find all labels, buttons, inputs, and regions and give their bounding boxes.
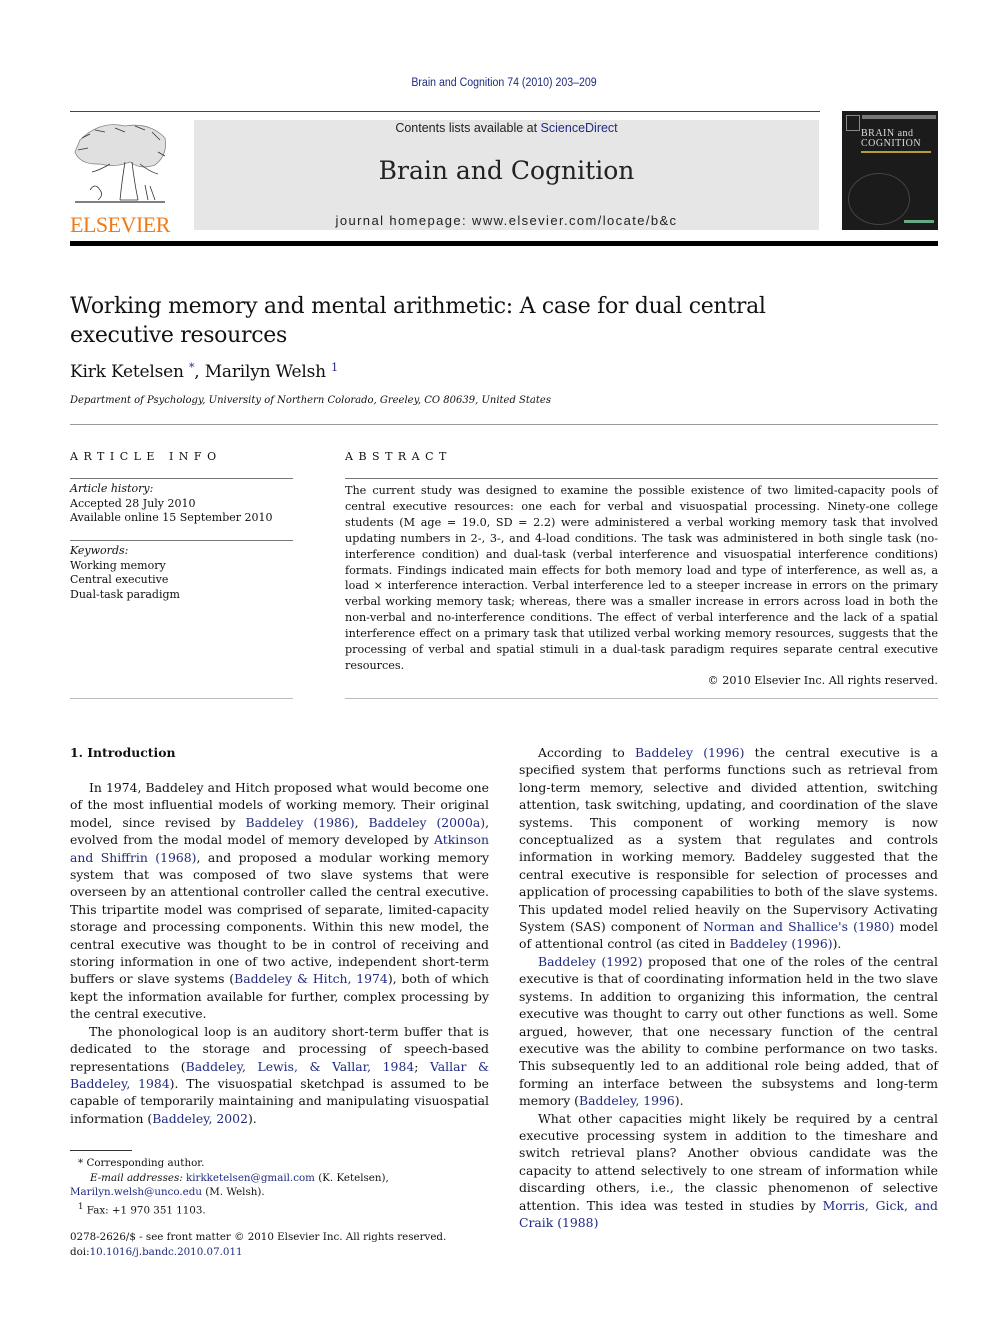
article-history: Article history: Accepted 28 July 2010 A… — [70, 482, 273, 526]
journal-citation[interactable]: Brain and Cognition 74 (2010) 203–209 — [40, 77, 967, 89]
cover-subtitle-bar — [861, 151, 931, 153]
footnote-emails: E-mail addresses: kirkketelsen@gmail.com… — [70, 1171, 490, 1200]
author-list: Kirk Ketelsen *, Marilyn Welsh 1 — [70, 361, 338, 382]
cover-title-line2: COGNITION — [861, 138, 922, 149]
body-text: the central executive is a specified sys… — [519, 745, 939, 935]
citation-link[interactable]: Baddeley (1996) — [729, 936, 832, 951]
cover-sciencedirect-icon — [904, 220, 934, 223]
keyword: Working memory — [70, 558, 166, 572]
cover-bar — [862, 115, 936, 119]
footnote-text: Fax: +1 970 351 1103. — [86, 1203, 206, 1216]
citation-link[interactable]: Norman and Shallice's (1980) — [703, 919, 894, 934]
front-matter: 0278-2626/$ - see front matter © 2010 El… — [70, 1230, 446, 1259]
body-text: ). — [247, 1110, 257, 1126]
footnote-rule — [70, 1150, 132, 1151]
body-column-left: In 1974, Baddeley and Hitch proposed wha… — [70, 779, 489, 1127]
cover-publisher-icon — [846, 115, 860, 131]
journal-title: Brain and Cognition — [378, 156, 635, 185]
body-text: ; — [414, 1058, 430, 1074]
accepted-date: Accepted 28 July 2010 — [70, 496, 196, 510]
keyword: Central executive — [70, 573, 169, 586]
body-text: According to — [538, 745, 635, 760]
abstract-heading: ABSTRACT — [345, 450, 452, 463]
abstract-text: The current study was designed to examin… — [345, 484, 938, 672]
citation-link[interactable]: Baddeley & Hitch, 1974 — [234, 971, 388, 986]
doi-prefix: doi: — [70, 1245, 90, 1258]
citation-link[interactable]: Baddeley (1986) — [246, 815, 355, 830]
body-paragraph: What other capacities might likely be re… — [519, 1110, 938, 1232]
elsevier-logo[interactable]: ELSEVIER — [70, 120, 170, 236]
body-text: proposed that one of the roles of the ce… — [519, 953, 939, 1109]
email-link[interactable]: Marilyn.welsh@unco.edu — [70, 1186, 202, 1198]
body-text: ). — [832, 936, 842, 952]
citation-link[interactable]: Baddeley, 2002 — [152, 1111, 248, 1126]
citation-link[interactable]: Baddeley (1996) — [635, 745, 744, 760]
article-info-rule — [70, 478, 293, 479]
elsevier-wordmark: ELSEVIER — [70, 212, 170, 237]
body-text: , — [354, 814, 369, 830]
keywords-block: Keywords: Working memory Central executi… — [70, 544, 180, 602]
body-text: ). — [674, 1093, 684, 1109]
author-separator: , — [194, 362, 205, 382]
article-history-label: Article history: — [70, 482, 154, 495]
keyword: Dual-task paradigm — [70, 587, 180, 601]
body-paragraph: The phonological loop is an auditory sho… — [70, 1023, 489, 1127]
online-date: Available online 15 September 2010 — [70, 511, 273, 524]
header-thick-rule — [70, 241, 938, 246]
author-affiliation: Department of Psychology, University of … — [70, 395, 551, 406]
body-paragraph: According to Baddeley (1996) the central… — [519, 744, 938, 953]
abstract-copyright: © 2010 Elsevier Inc. All rights reserved… — [707, 674, 938, 687]
email-owner: (K. Ketelsen), — [314, 1171, 389, 1184]
contents-availability: Contents lists available at ScienceDirec… — [194, 121, 819, 135]
title-divider — [70, 424, 938, 425]
citation-link[interactable]: Baddeley (1992) — [538, 954, 643, 969]
body-paragraph: In 1974, Baddeley and Hitch proposed wha… — [70, 779, 489, 1023]
author-name: Marilyn Welsh — [204, 362, 326, 382]
email-owner: (M. Welsh). — [201, 1186, 265, 1198]
issn-line: 0278-2626/$ - see front matter © 2010 El… — [70, 1231, 447, 1243]
email-link[interactable]: kirkketelsen@gmail.com — [186, 1172, 315, 1184]
citation-link[interactable]: Baddeley (2000a) — [369, 815, 486, 830]
journal-cover-image[interactable]: BRAIN and COGNITION — [842, 111, 938, 230]
doi-line: doi:10.1016/j.bandc.2010.07.011 — [70, 1245, 446, 1260]
abstract-rule — [345, 478, 938, 479]
footnote-fax: 1 Fax: +1 970 351 1103. — [70, 1200, 490, 1218]
body-column-right: According to Baddeley (1996) the central… — [519, 744, 938, 1231]
keywords-label: Keywords: — [70, 544, 129, 557]
footnote-corresponding: * Corresponding author. — [70, 1156, 490, 1171]
doi-link[interactable]: 10.1016/j.bandc.2010.07.011 — [90, 1246, 243, 1258]
sciencedirect-link[interactable]: ScienceDirect — [541, 121, 618, 135]
section-heading: 1. Introduction — [70, 745, 176, 760]
author-footnote-mark[interactable]: 1 — [331, 361, 338, 374]
body-text: , and proposed a modular working memory … — [70, 849, 489, 987]
citation-link[interactable]: Baddeley, Lewis, & Vallar, 1984 — [186, 1059, 415, 1074]
cover-brain-icon — [848, 173, 910, 225]
footnote-mark: * — [78, 1157, 84, 1169]
journal-masthead: Contents lists available at ScienceDirec… — [194, 120, 819, 230]
article-title: Working memory and mental arithmetic: A … — [70, 294, 766, 348]
article-info-heading: ARTICLE INFO — [70, 450, 222, 463]
journal-homepage[interactable]: journal homepage: www.elsevier.com/locat… — [194, 213, 819, 228]
footnotes: * Corresponding author. E-mail addresses… — [70, 1156, 490, 1217]
keywords-rule — [70, 540, 293, 541]
email-label: E-mail addresses: — [90, 1171, 183, 1184]
citation-link[interactable]: Baddeley, 1996 — [579, 1093, 675, 1108]
contents-prefix: Contents lists available at — [395, 121, 541, 135]
elsevier-tree-icon — [74, 124, 166, 203]
author-name: Kirk Ketelsen — [70, 362, 184, 382]
header-rule — [70, 111, 820, 112]
footnote-mark: 1 — [78, 1201, 84, 1212]
article-info-bottom-rule — [70, 698, 293, 699]
body-paragraph: Baddeley (1992) proposed that one of the… — [519, 953, 938, 1110]
footnote-text: Corresponding author. — [86, 1157, 205, 1169]
abstract-bottom-rule — [345, 698, 938, 699]
